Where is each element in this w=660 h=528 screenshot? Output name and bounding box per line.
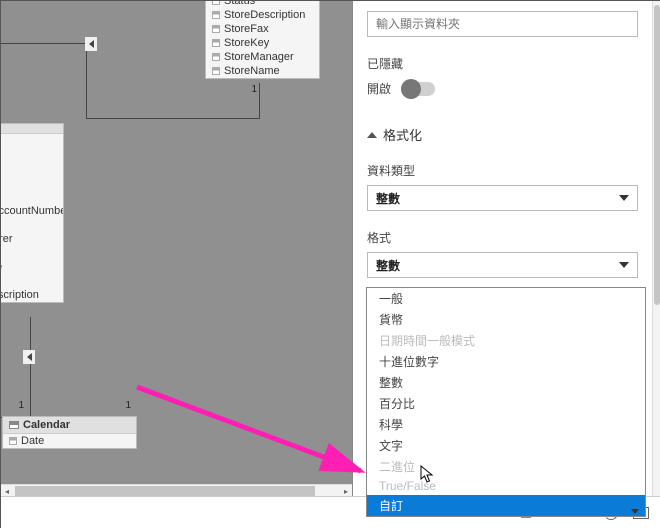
cardinality-one-calendar: 1 bbox=[103, 400, 135, 411]
format-option-truefalse[interactable]: True/False bbox=[367, 477, 645, 495]
hidden-section-label: 已隱藏 bbox=[367, 55, 638, 72]
format-option-custom[interactable]: 自訂 bbox=[367, 495, 645, 516]
format-label: 格式 bbox=[367, 229, 638, 246]
format-option-currency[interactable]: 貨幣 bbox=[367, 309, 645, 330]
relationship-arrow bbox=[23, 350, 35, 364]
chevron-down-icon bbox=[619, 195, 629, 201]
col-label: StoreName bbox=[224, 65, 280, 77]
format-option-decimal[interactable]: 十進位數字 bbox=[367, 351, 645, 372]
format-option-datetime[interactable]: 日期時間一般模式 bbox=[367, 330, 645, 351]
column-icon bbox=[212, 39, 220, 47]
column-icon bbox=[212, 53, 220, 61]
col-label: StoreDescription bbox=[224, 9, 305, 21]
data-type-select[interactable]: 整數 bbox=[367, 185, 638, 211]
col-label: StoreFax bbox=[224, 23, 269, 35]
data-type-value: 整數 bbox=[376, 190, 400, 207]
format-option-text[interactable]: 文字 bbox=[367, 435, 645, 456]
chevron-down-icon bbox=[631, 509, 639, 514]
cardinality-one-store: 1 bbox=[205, 84, 261, 95]
col-label: d Name bbox=[1, 135, 2, 147]
format-option-integer[interactable]: 整數 bbox=[367, 372, 645, 393]
col-label: Status bbox=[224, 1, 255, 7]
panel-scrollbar-vertical[interactable] bbox=[652, 1, 660, 496]
column-icon bbox=[212, 25, 220, 33]
column-icon bbox=[212, 1, 220, 5]
col-label: Date bbox=[21, 435, 44, 447]
relationship-line bbox=[86, 118, 260, 119]
format-option-binary[interactable]: 二進位 bbox=[367, 456, 645, 477]
data-type-label: 資料類型 bbox=[367, 162, 638, 179]
col-label: ductDescription bbox=[1, 289, 39, 301]
table-icon bbox=[9, 421, 19, 429]
window: Status StoreDescription StoreFax StoreKe… bbox=[0, 0, 660, 528]
format-select[interactable]: 整數 bbox=[367, 252, 638, 278]
col-label: oerDate bbox=[1, 261, 2, 273]
display-folder-input[interactable] bbox=[367, 11, 638, 37]
col-label: StoreManager bbox=[224, 51, 294, 63]
relationship-line bbox=[30, 317, 31, 417]
relationship-line bbox=[1, 43, 87, 44]
column-icon bbox=[212, 11, 220, 19]
col-label: tomerAccountNumber bbox=[1, 205, 63, 217]
scrollbar-thumb[interactable] bbox=[654, 5, 660, 305]
entity-product[interactable]: d Name gory r r ntry tomerAccountNumber … bbox=[1, 123, 64, 303]
chevron-up-icon bbox=[367, 132, 377, 138]
format-section-header[interactable]: 格式化 bbox=[367, 125, 638, 144]
toggle-label: 開啟 bbox=[367, 80, 391, 97]
entity-header: Calendar bbox=[23, 419, 70, 431]
format-option-general[interactable]: 一般 bbox=[367, 288, 645, 309]
col-label: StoreKey bbox=[224, 37, 269, 49]
canvas-scrollbar-horizontal[interactable]: ◂ ▸ bbox=[1, 484, 352, 496]
format-option-percent[interactable]: 百分比 bbox=[367, 393, 645, 414]
cardinality-one-product: 1 bbox=[1, 400, 28, 411]
model-canvas[interactable]: Status StoreDescription StoreFax StoreKe… bbox=[1, 1, 352, 496]
hidden-toggle[interactable] bbox=[401, 82, 435, 96]
format-value: 整數 bbox=[376, 257, 400, 274]
chevron-down-icon bbox=[619, 262, 629, 268]
scrollbar-thumb[interactable] bbox=[15, 486, 315, 496]
relationship-line bbox=[86, 43, 87, 119]
format-option-scientific[interactable]: 科學 bbox=[367, 414, 645, 435]
relationship-arrow bbox=[85, 37, 97, 51]
column-icon bbox=[9, 437, 17, 445]
entity-calendar[interactable]: Calendar Date bbox=[2, 416, 137, 449]
relationship-line bbox=[259, 83, 260, 118]
format-section-title: 格式化 bbox=[383, 125, 422, 144]
format-dropdown[interactable]: 一般 貨幣 日期時間一般模式 十進位數字 整數 百分比 科學 文字 二進位 Tr… bbox=[366, 287, 646, 517]
entity-store[interactable]: Status StoreDescription StoreFax StoreKe… bbox=[205, 1, 320, 79]
col-label: nufacturer bbox=[1, 233, 13, 245]
column-icon bbox=[212, 67, 220, 75]
